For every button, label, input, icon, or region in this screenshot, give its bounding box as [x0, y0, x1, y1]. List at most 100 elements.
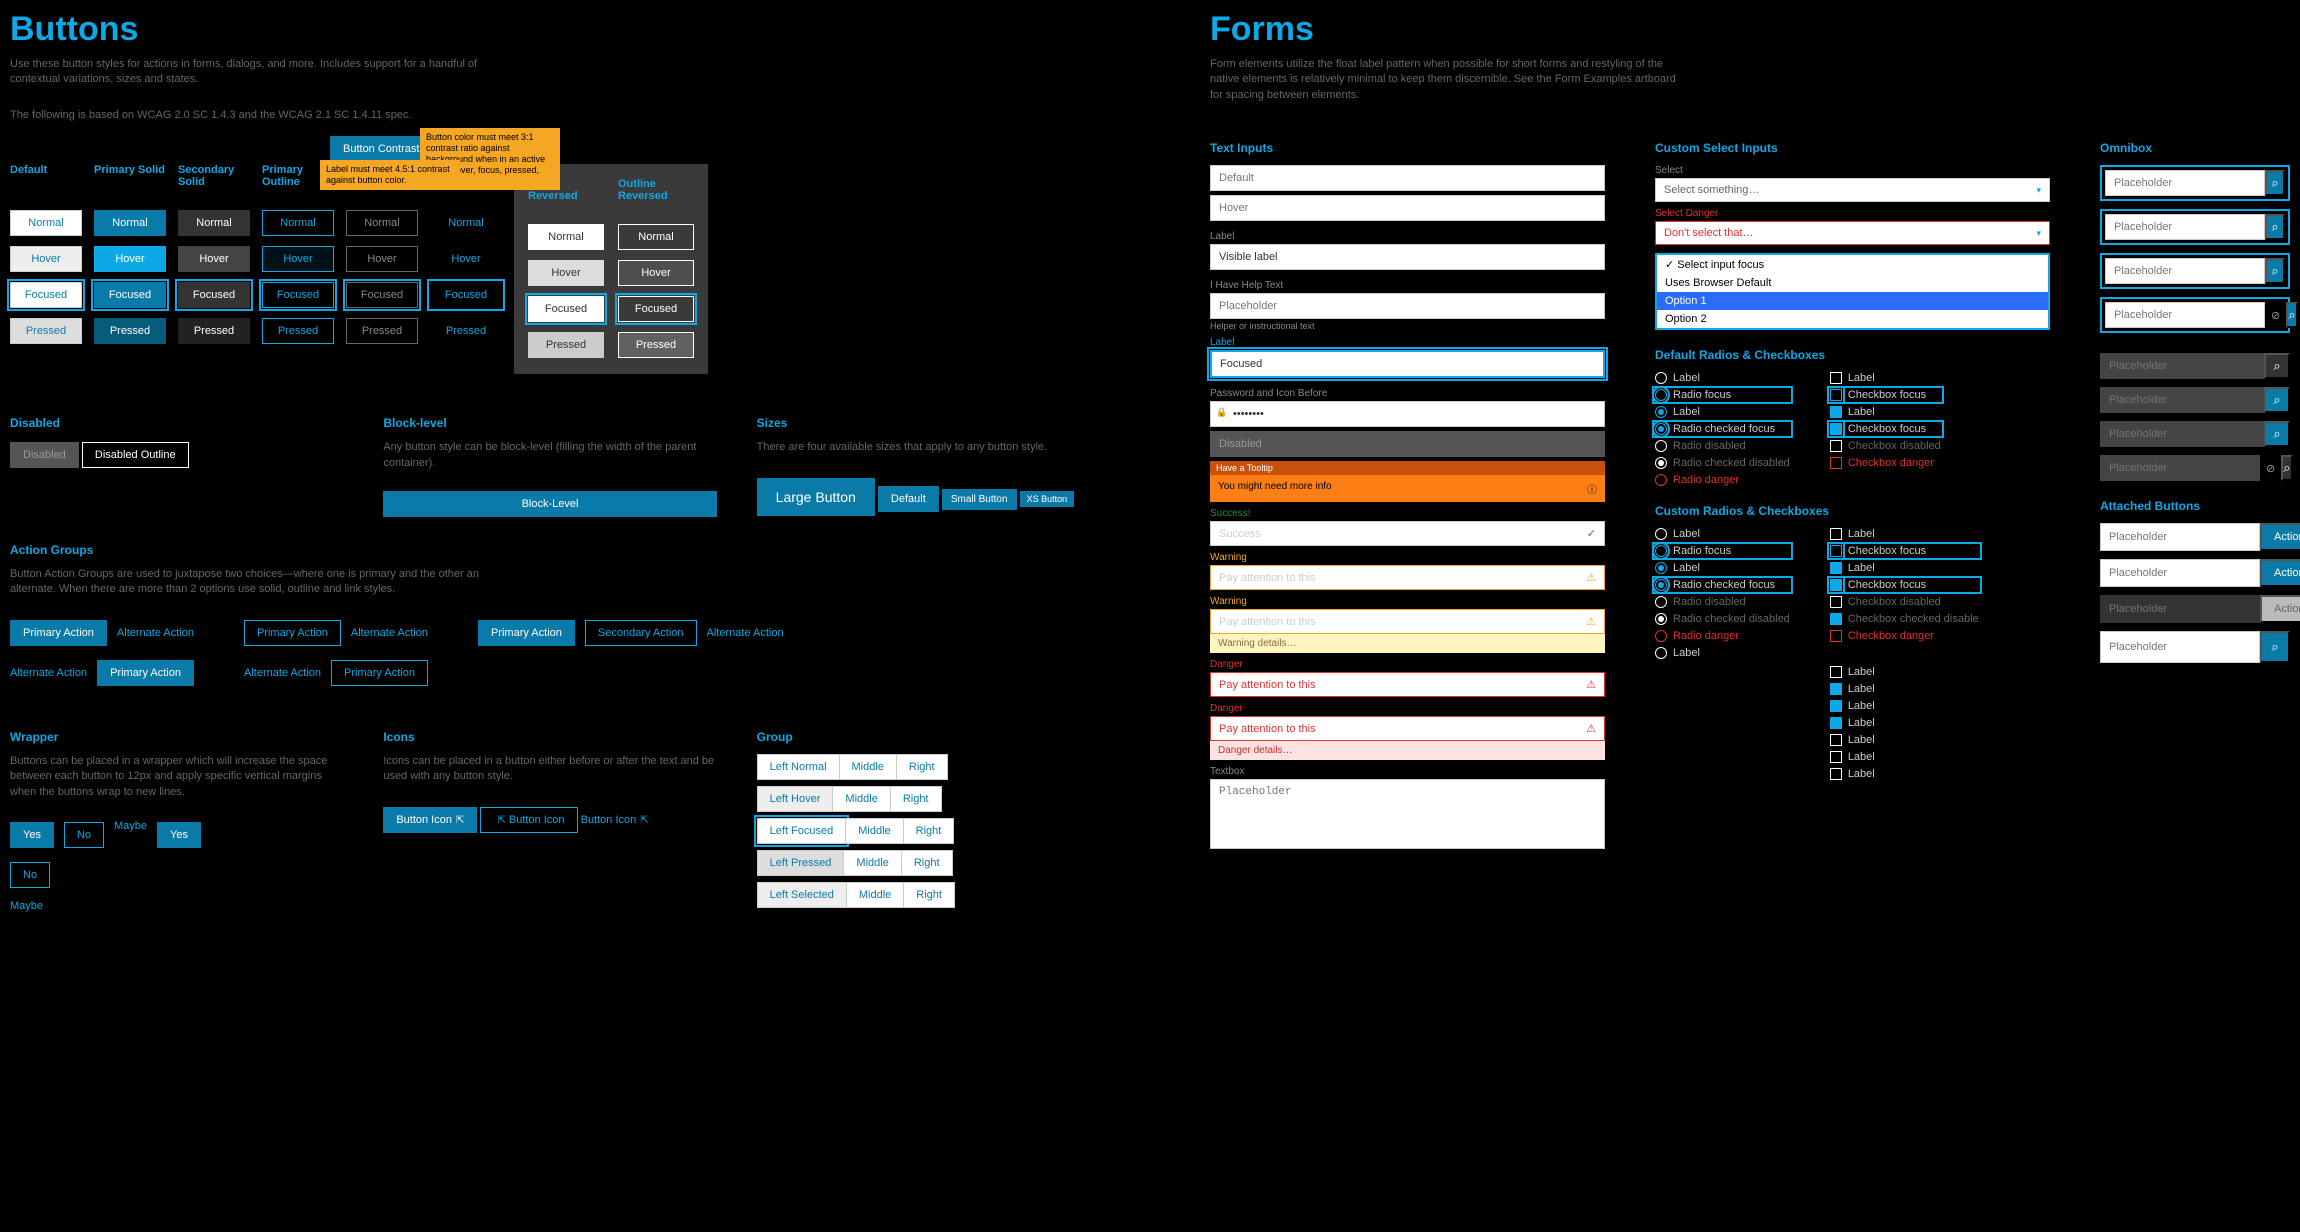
c-check-stack-7[interactable]: Label [1830, 768, 1979, 780]
dropdown-opt-focus[interactable]: ✓ Select input focus [1657, 255, 2048, 274]
c-radio-checked-focus[interactable]: Radio checked focus [1655, 579, 1790, 591]
link-normal[interactable]: Normal [430, 210, 502, 236]
wrap-maybe-2[interactable]: Maybe [10, 900, 210, 912]
omni-search-4[interactable] [2286, 302, 2297, 328]
default-size-button[interactable]: Default [878, 486, 939, 512]
primary-outline-hover[interactable]: Hover [262, 246, 334, 272]
attach-input-3[interactable] [2100, 595, 2260, 623]
c-radio-label-2[interactable]: Label [1655, 562, 1790, 574]
secondary-outline-normal[interactable]: Normal [346, 210, 418, 236]
c-check-stack-4[interactable]: Label [1830, 717, 1979, 729]
solid-rev-normal[interactable]: Normal [528, 224, 604, 250]
secondary-focused[interactable]: Focused [178, 282, 250, 308]
omni-input-1[interactable] [2105, 170, 2265, 196]
input-default[interactable] [1210, 165, 1605, 191]
secondary-hover[interactable]: Hover [178, 246, 250, 272]
ag3-alt[interactable]: Alternate Action [707, 627, 784, 639]
group-middle-4[interactable]: Middle [844, 850, 901, 876]
c-radio-label-3[interactable]: Label [1655, 647, 1790, 659]
ag1-primary[interactable]: Primary Action [10, 620, 107, 646]
attach-btn-4[interactable] [2260, 631, 2290, 663]
c-check-label-2[interactable]: Label [1830, 562, 1979, 574]
default-pressed[interactable]: Pressed [10, 318, 82, 344]
ag5-primary[interactable]: Primary Action [331, 660, 428, 686]
group-left-hover[interactable]: Left Hover [757, 786, 834, 812]
c-check-stack-5[interactable]: Label [1830, 734, 1979, 746]
select-default[interactable]: Select something… [1655, 178, 2050, 202]
link-pressed[interactable]: Pressed [430, 318, 502, 344]
omni-input-4[interactable] [2105, 302, 2265, 328]
link-focused[interactable]: Focused [430, 282, 502, 308]
outline-rev-pressed[interactable]: Pressed [618, 332, 694, 358]
primary-outline-normal[interactable]: Normal [262, 210, 334, 236]
button-contrast[interactable]: Button Contrast [330, 136, 432, 162]
ag4-primary[interactable]: Primary Action [97, 660, 194, 686]
primary-outline-pressed[interactable]: Pressed [262, 318, 334, 344]
icon-btn-solid[interactable]: Button Icon [383, 807, 477, 833]
default-normal[interactable]: Normal [10, 210, 82, 236]
check-focus[interactable]: Checkbox focus [1830, 389, 1941, 401]
input-password[interactable] [1210, 401, 1605, 427]
attach-input-1[interactable] [2100, 523, 2260, 551]
primary-hover[interactable]: Hover [94, 246, 166, 272]
ag4-alt[interactable]: Alternate Action [10, 667, 87, 679]
group-left-normal[interactable]: Left Normal [757, 754, 840, 780]
input-hover[interactable] [1210, 195, 1605, 221]
radio-checked-focus[interactable]: Radio checked focus [1655, 423, 1790, 435]
wrap-yes-2[interactable]: Yes [157, 822, 201, 848]
wrap-yes-1[interactable]: Yes [10, 822, 54, 848]
dropdown-opt-default[interactable]: Uses Browser Default [1657, 274, 2048, 292]
link-hover[interactable]: Hover [430, 246, 502, 272]
input-help[interactable] [1210, 293, 1605, 319]
clear-icon[interactable] [2260, 455, 2281, 481]
textarea[interactable] [1210, 779, 1605, 849]
check-danger[interactable]: Checkbox danger [1830, 457, 1941, 469]
omni-dark-search-1[interactable] [2264, 353, 2290, 379]
wrap-maybe-1[interactable]: Maybe [114, 820, 147, 850]
omni-dark-search-3[interactable] [2264, 421, 2290, 447]
ag2-primary[interactable]: Primary Action [244, 620, 341, 646]
group-middle-1[interactable]: Middle [840, 754, 897, 780]
ag3-secondary[interactable]: Secondary Action [585, 620, 697, 646]
small-button[interactable]: Small Button [942, 489, 1017, 510]
check-checked-focus[interactable]: Checkbox focus [1830, 423, 1941, 435]
c-check-stack-3[interactable]: Label [1830, 700, 1979, 712]
c-check-stack-1[interactable]: Label [1830, 666, 1979, 678]
group-middle-5[interactable]: Middle [847, 882, 904, 908]
attach-input-4[interactable] [2100, 631, 2260, 663]
omni-dark-input-3[interactable] [2100, 421, 2264, 447]
attach-btn-2[interactable]: Action [2260, 559, 2300, 587]
block-button[interactable]: Block-Level [383, 491, 716, 517]
ag5-alt[interactable]: Alternate Action [244, 667, 321, 679]
c-check-focus[interactable]: Checkbox focus [1830, 545, 1979, 557]
omni-search-3[interactable] [2265, 258, 2285, 284]
omni-dark-search-2[interactable] [2264, 387, 2290, 413]
default-focused[interactable]: Focused [10, 282, 82, 308]
large-button[interactable]: Large Button [757, 478, 875, 516]
wrap-no-2[interactable]: No [10, 862, 50, 888]
group-left-pressed[interactable]: Left Pressed [757, 850, 845, 876]
c-check-stack-6[interactable]: Label [1830, 751, 1979, 763]
input-danger-1[interactable]: Pay attention to this [1210, 672, 1605, 697]
c-check-label-1[interactable]: Label [1830, 528, 1979, 540]
attach-btn-1[interactable]: Action [2260, 523, 2300, 551]
icon-btn-link[interactable]: Button Icon [581, 814, 649, 826]
default-hover[interactable]: Hover [10, 246, 82, 272]
c-check-checked-focus[interactable]: Checkbox focus [1830, 579, 1979, 591]
group-right-4[interactable]: Right [902, 850, 953, 876]
omni-search-1[interactable] [2265, 170, 2285, 196]
omni-input-3[interactable] [2105, 258, 2265, 284]
select-danger[interactable]: Don't select that… [1655, 221, 2050, 245]
c-check-stack-2[interactable]: Label [1830, 683, 1979, 695]
input-visible-label[interactable] [1210, 244, 1605, 270]
group-middle-3[interactable]: Middle [846, 818, 903, 844]
input-warning-2[interactable]: Pay attention to this [1210, 609, 1605, 634]
dropdown-opt-1[interactable]: Option 1 [1657, 292, 2048, 310]
c-radio-focus[interactable]: Radio focus [1655, 545, 1790, 557]
solid-rev-pressed[interactable]: Pressed [528, 332, 604, 358]
group-right-1[interactable]: Right [897, 754, 948, 780]
group-middle-2[interactable]: Middle [833, 786, 890, 812]
omni-search-2[interactable] [2265, 214, 2285, 240]
c-radio-danger[interactable]: Radio danger [1655, 630, 1790, 642]
secondary-outline-focused[interactable]: Focused [346, 282, 418, 308]
